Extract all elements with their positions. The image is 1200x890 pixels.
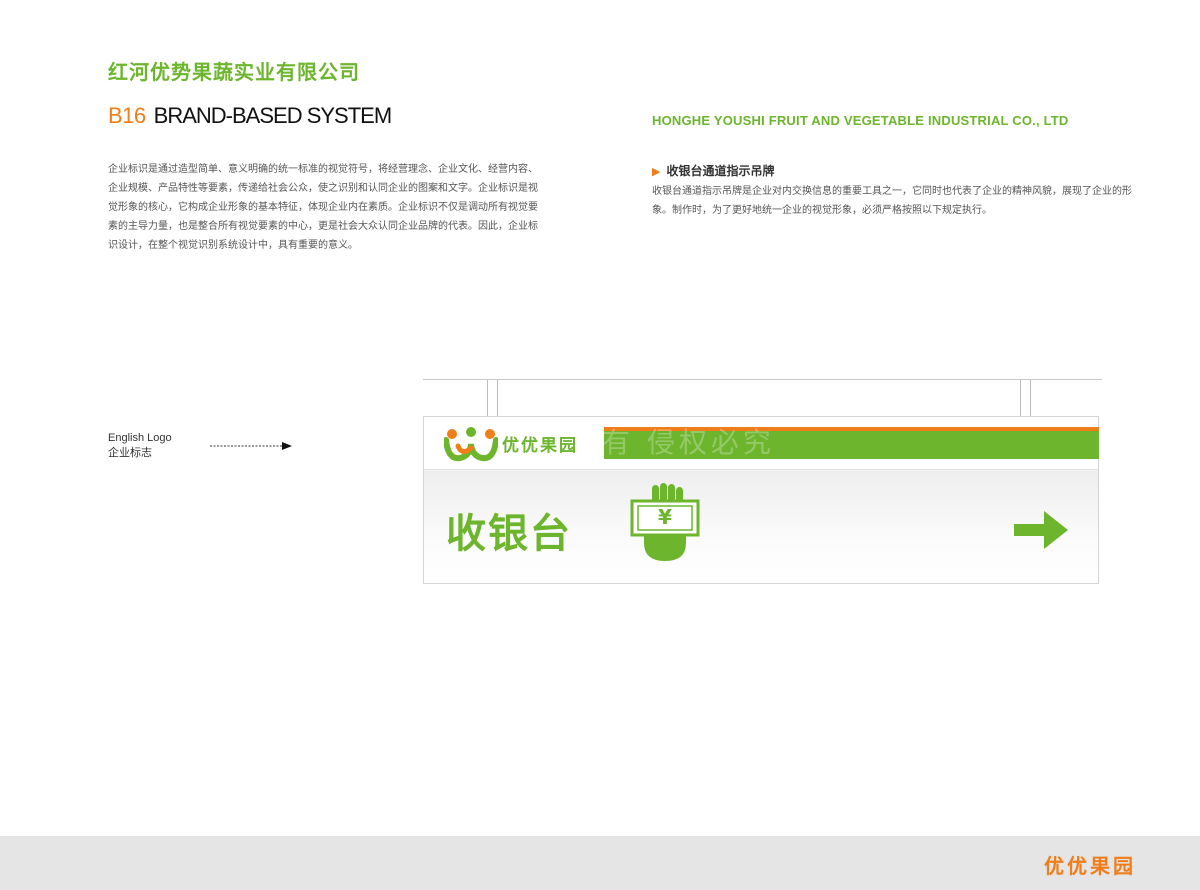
triangle-bullet-icon: ▶ (652, 165, 661, 178)
logo-callout-cn: 企业标志 (108, 447, 152, 459)
logo-callout-label: English Logo 企业标志 (108, 431, 172, 461)
cash-hand-icon: ¥ (630, 483, 700, 563)
intro-paragraph: 企业标识是通过造型简单、意义明确的统一标准的视觉符号，将经营理念、企业文化、经营… (108, 164, 538, 251)
company-name-cn: 红河优势果蔬实业有限公司 (108, 60, 360, 84)
page-title: B16 BRAND-BASED SYSTEM (108, 103, 392, 129)
section-title: 收银台通道指示吊牌 (666, 164, 775, 178)
ceiling-line (423, 379, 1102, 380)
sign-hanger-right (1020, 380, 1031, 417)
cashier-label: 收银台 (446, 511, 572, 557)
section-description: 收银台通道指示吊牌是企业对内交换信息的重要工具之一，它同时也代表了企业的精神风貌… (652, 186, 1132, 216)
sign-brand-name: 优优果园 (502, 436, 578, 456)
system-title: BRAND-BASED SYSTEM (153, 103, 392, 128)
watermark-text: 有 侵权必究 (602, 426, 775, 459)
company-name-en: HONGHE YOUSHI FRUIT AND VEGETABLE INDUST… (652, 113, 1069, 128)
footer-bar: 优优果园 (0, 836, 1200, 890)
page-code: B16 (108, 103, 146, 128)
footer-brand-logo: 优优果园 (1044, 854, 1136, 878)
section-heading: ▶ 收银台通道指示吊牌 (652, 162, 774, 179)
currency-symbol: ¥ (658, 505, 672, 529)
logo-mark-icon (444, 427, 498, 462)
cashier-hanging-sign: 有 侵权必究 优优果园 收银台 ¥ (423, 416, 1099, 584)
dashed-arrow-icon (210, 442, 292, 450)
logo-callout-en: English Logo (108, 432, 172, 444)
right-arrow-icon (1014, 511, 1068, 549)
sign-hanger-left (487, 380, 498, 417)
